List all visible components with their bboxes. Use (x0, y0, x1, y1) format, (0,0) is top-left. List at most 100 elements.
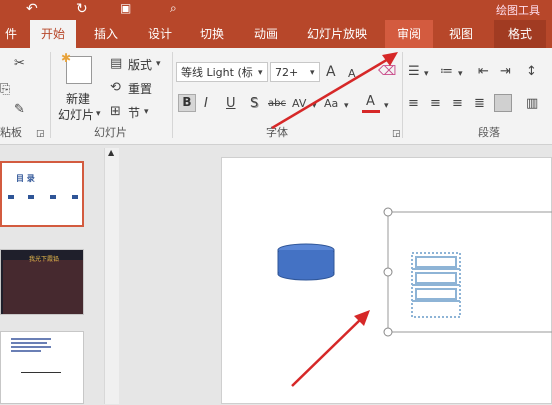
justify-icon[interactable]: ≣ (474, 96, 485, 112)
thumbnail-title: 我光下霞铅 (29, 256, 60, 263)
chevron-down-icon[interactable]: ▾ (312, 98, 317, 114)
shrink-font-icon[interactable]: A (348, 66, 356, 82)
layout-button[interactable]: 版式 (128, 56, 152, 73)
tab-file[interactable]: 件 (0, 20, 22, 48)
slide-shapes (277, 207, 552, 337)
font-name-select[interactable]: 等线 Light (标 (176, 62, 268, 82)
align-left-icon[interactable]: ≡ (408, 96, 419, 112)
thumbnail-text-line (11, 342, 47, 344)
section-button[interactable]: 节 (128, 104, 140, 121)
underline-button[interactable]: U (226, 96, 236, 112)
cut-icon[interactable]: ✂ (14, 56, 25, 72)
tab-insert[interactable]: 插入 (84, 20, 128, 48)
new-slide-label-1[interactable]: 新建 (66, 90, 90, 107)
decrease-indent-icon[interactable]: ⇤ (478, 64, 489, 80)
reset-button[interactable]: 重置 (128, 80, 152, 97)
group-divider (50, 52, 51, 138)
thumbnail-text-line (11, 346, 51, 348)
slide-thumbnail-3[interactable] (0, 331, 84, 404)
clipboard-group-label: 粘板 (0, 126, 22, 139)
undo-icon[interactable]: ↶ (26, 1, 38, 17)
slide-thumbnail-1[interactable]: 目 录 (0, 161, 84, 227)
bold-button[interactable]: B (178, 94, 196, 112)
resize-handle[interactable] (383, 327, 393, 337)
thumbnail-shape (8, 195, 14, 199)
chevron-down-icon[interactable]: ▾ (384, 98, 389, 114)
tab-format[interactable]: 格式 (494, 20, 546, 48)
copy-icon[interactable]: ⎘ (0, 82, 10, 98)
ribbon: ✂ ⎘ ✎ 粘板 ◲ ✱ 新建 幻灯片 ▾ ▤ 版式 ▾ ⟲ 重置 ⊞ 节 ▾ … (0, 48, 552, 145)
strikethrough-button[interactable]: abc (268, 96, 286, 112)
title-bar: ↶ ↻ ▣ ⌕ 绘图工具 (0, 0, 552, 20)
shadow-button[interactable]: S (250, 96, 258, 112)
grow-font-icon[interactable]: A (326, 64, 336, 80)
font-group-label: 字体 (266, 126, 288, 139)
dialog-launcher-icon[interactable]: ◲ (36, 126, 45, 142)
tab-view[interactable]: 视图 (438, 20, 484, 48)
tab-design[interactable]: 设计 (138, 20, 182, 48)
columns-icon[interactable]: ▥ (526, 96, 538, 112)
chevron-down-icon[interactable]: ▾ (458, 66, 463, 82)
line-spacing-icon[interactable]: ↕ (526, 64, 537, 80)
cylinder-shape[interactable] (277, 243, 335, 281)
drawing-tools-label: 绘图工具 (496, 4, 540, 17)
slides-group-label: 幻灯片 (94, 126, 127, 139)
slide-thumbnail-2[interactable]: 我光下霞铅 (0, 249, 84, 315)
font-color-button[interactable]: A (366, 94, 375, 110)
chevron-down-icon[interactable]: ▾ (310, 65, 315, 81)
thumbnail-scrollbar[interactable]: ▲ (104, 148, 119, 404)
font-size-value: 72+ (275, 66, 299, 79)
numbering-icon[interactable]: ≔ (440, 64, 453, 80)
resize-handle[interactable] (383, 267, 393, 277)
dropdown-caret-icon[interactable]: ▾ (156, 56, 161, 72)
align-right-icon[interactable]: ≡ (452, 96, 463, 112)
new-slide-label-2[interactable]: 幻灯片 (58, 106, 94, 123)
thumbnail-shape (72, 195, 78, 199)
thumbnail-photo (3, 260, 83, 314)
layout-icon[interactable]: ▤ (110, 56, 122, 72)
bullets-icon[interactable]: ☰ (408, 64, 420, 80)
clear-format-icon[interactable]: ⌫ (378, 64, 396, 80)
reset-icon[interactable]: ⟲ (110, 80, 121, 96)
tab-slideshow[interactable]: 幻灯片放映 (300, 20, 374, 48)
dropdown-caret-icon[interactable]: ▾ (96, 106, 101, 122)
group-divider (402, 52, 403, 138)
change-case-button[interactable]: Aa (324, 96, 338, 112)
group-divider (172, 52, 173, 138)
thumbnail-divider (21, 372, 61, 373)
new-slide-icon[interactable]: ✱ (61, 51, 92, 84)
chevron-down-icon[interactable]: ▾ (424, 66, 429, 82)
shelf-shape[interactable] (411, 252, 461, 318)
dialog-launcher-icon[interactable]: ◲ (392, 126, 401, 142)
current-slide[interactable] (221, 157, 552, 404)
preview-icon[interactable]: ⌕ (170, 1, 177, 16)
thumbnail-title: 目 录 (16, 174, 35, 183)
tab-home[interactable]: 开始 (30, 20, 76, 48)
thumbnail-shape (50, 195, 56, 199)
redo-icon[interactable]: ↻ (76, 1, 88, 17)
scroll-up-icon[interactable]: ▲ (108, 148, 114, 157)
slideshow-icon[interactable]: ▣ (120, 1, 131, 15)
tab-transitions[interactable]: 切换 (190, 20, 234, 48)
increase-indent-icon[interactable]: ⇥ (500, 64, 511, 80)
thumbnail-text-line (11, 350, 41, 352)
bold-label: B (182, 95, 192, 109)
chevron-down-icon[interactable]: ▾ (258, 65, 263, 81)
paragraph-group-label: 段落 (478, 126, 500, 139)
font-name-value: 等线 Light (标 (181, 66, 253, 79)
align-center-icon[interactable]: ≡ (430, 96, 441, 112)
char-spacing-button[interactable]: AV (292, 96, 306, 112)
resize-handle[interactable] (383, 207, 393, 217)
font-color-bar (362, 110, 380, 113)
section-icon[interactable]: ⊞ (110, 104, 121, 120)
new-slide-star-icon: ✱ (61, 51, 72, 65)
thumbnail-text-line (11, 338, 51, 340)
italic-button[interactable]: I (204, 96, 208, 112)
distributed-icon[interactable] (494, 94, 512, 112)
ribbon-tabs: 件 开始 插入 设计 切换 动画 幻灯片放映 审阅 视图 格式 (0, 20, 552, 48)
tab-animations[interactable]: 动画 (244, 20, 288, 48)
tab-review[interactable]: 审阅 (385, 20, 433, 48)
dropdown-caret-icon[interactable]: ▾ (144, 104, 149, 120)
format-painter-icon[interactable]: ✎ (14, 102, 25, 118)
chevron-down-icon[interactable]: ▾ (344, 98, 349, 114)
